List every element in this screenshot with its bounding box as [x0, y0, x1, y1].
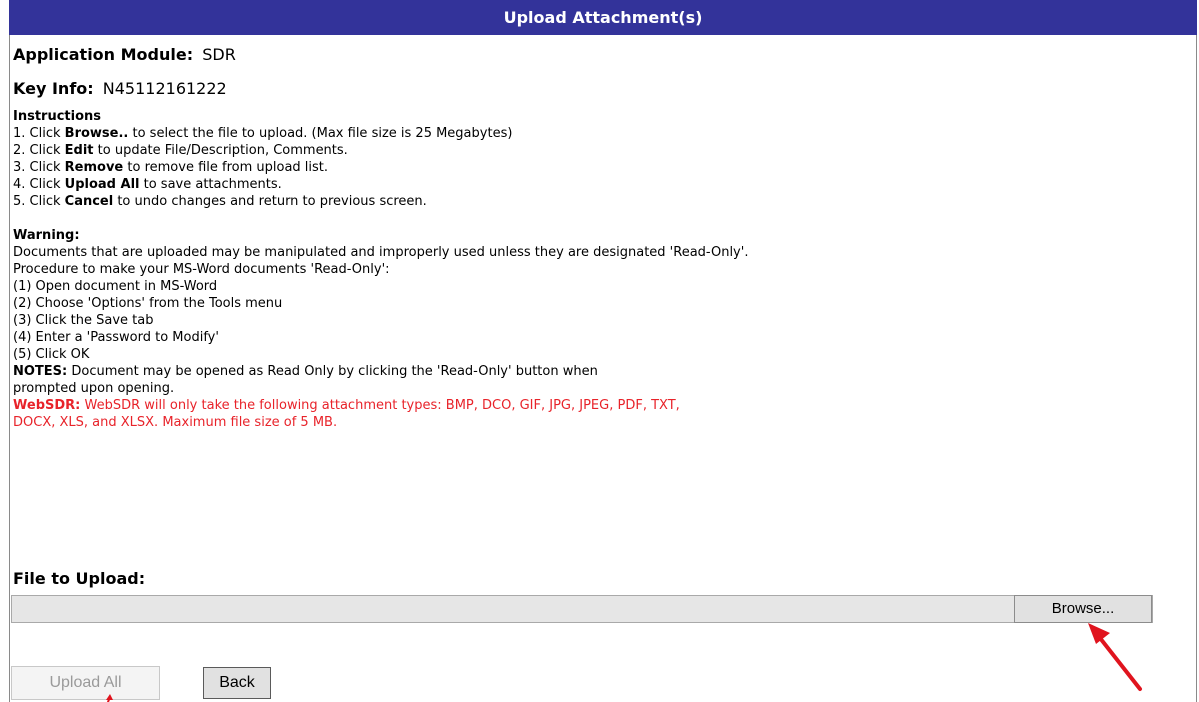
warning-title: Warning:: [13, 228, 80, 243]
instruction-item: 1. Click Browse.. to select the file to …: [13, 125, 1188, 142]
back-button[interactable]: Back: [203, 667, 271, 699]
key-info-value: N45112161222: [102, 79, 227, 98]
warning-line: (1) Open document in MS-Word: [13, 279, 218, 294]
instruction-keyword: Edit: [64, 143, 94, 158]
key-info-label: Key Info:: [13, 79, 94, 98]
file-path-input[interactable]: [11, 595, 1153, 623]
instruction-text: 2. Click: [13, 143, 65, 158]
upload-attachments-page: Upload Attachment(s) Application Module:…: [0, 0, 1199, 702]
warning-line: (4) Enter a 'Password to Modify': [13, 330, 219, 345]
instructions-section: Instructions 1. Click Browse.. to select…: [13, 108, 1188, 210]
notes-label: NOTES:: [13, 364, 68, 379]
instruction-item: 2. Click Edit to update File/Description…: [13, 142, 1188, 159]
application-module-value: SDR: [202, 45, 236, 64]
websdr-text: WebSDR will only take the following atta…: [80, 398, 680, 413]
key-info-line: Key Info: N45112161222: [13, 74, 1188, 104]
instruction-keyword: Upload All: [64, 177, 140, 192]
instruction-keyword: Browse..: [64, 126, 129, 141]
warning-line: Documents that are uploaded may be manip…: [13, 245, 749, 260]
warning-line: (3) Click the Save tab: [13, 313, 154, 328]
instruction-keyword: Cancel: [64, 194, 114, 209]
right-border: [1196, 0, 1197, 702]
warning-section: Warning: Documents that are uploaded may…: [13, 227, 1188, 431]
instruction-text: to select the file to upload. (Max file …: [128, 126, 513, 141]
instruction-item: 4. Click Upload All to save attachments.: [13, 176, 1188, 193]
notes-line-continued: prompted upon opening.: [13, 381, 175, 396]
instruction-text: to save attachments.: [139, 177, 282, 192]
file-to-upload-label: File to Upload:: [13, 569, 146, 588]
arrow-to-browse-icon: [1088, 623, 1142, 691]
instruction-text: 3. Click: [13, 160, 65, 175]
instruction-keyword: Remove: [64, 160, 124, 175]
instruction-text: to remove file from upload list.: [123, 160, 329, 175]
upload-all-button: Upload All: [11, 666, 160, 700]
instruction-item: 3. Click Remove to remove file from uplo…: [13, 159, 1188, 176]
instruction-text: to update File/Description, Comments.: [93, 143, 348, 158]
page-title: Upload Attachment(s): [9, 0, 1197, 35]
instruction-text: to undo changes and return to previous s…: [113, 194, 427, 209]
instruction-text: 1. Click: [13, 126, 65, 141]
application-module-line: Application Module: SDR: [13, 40, 1188, 70]
instruction-text: 5. Click: [13, 194, 65, 209]
instruction-text: 4. Click: [13, 177, 65, 192]
notes-text: Document may be opened as Read Only by c…: [67, 364, 598, 379]
websdr-note-line-continued: DOCX, XLS, and XLSX. Maximum file size o…: [13, 415, 338, 430]
websdr-note-line: WebSDR: WebSDR will only take the follow…: [13, 397, 1188, 414]
instructions-title: Instructions: [13, 109, 102, 124]
left-border: [9, 0, 10, 702]
instruction-item: 5. Click Cancel to undo changes and retu…: [13, 193, 1188, 210]
warning-line: Procedure to make your MS-Word documents…: [13, 262, 390, 277]
warning-line: (2) Choose 'Options' from the Tools menu: [13, 296, 283, 311]
warning-line: (5) Click OK: [13, 347, 90, 362]
application-module-label: Application Module:: [13, 45, 194, 64]
notes-line: NOTES: Document may be opened as Read On…: [13, 363, 1188, 380]
content-area: Application Module: SDR Key Info: N45112…: [13, 40, 1188, 431]
websdr-label: WebSDR:: [13, 398, 81, 413]
browse-button[interactable]: Browse...: [1014, 595, 1152, 623]
